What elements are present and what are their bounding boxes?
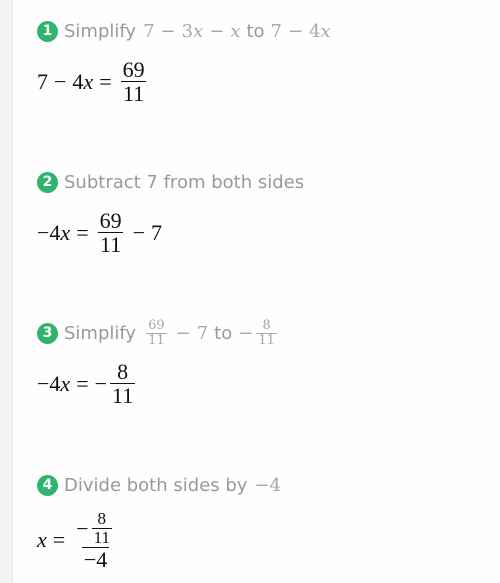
denominator: 11 (98, 232, 124, 258)
denominator: 11 (110, 383, 136, 409)
math-token: 7 (37, 68, 48, 94)
math-token: x (193, 20, 204, 42)
denominator: 11 (146, 332, 167, 348)
math-token: x (320, 20, 331, 42)
step-1: 1 Simplify 7−3x − x to 7−4x 7−4 x = 69 11 (37, 18, 331, 105)
step-equation: 7−4 x = 69 11 (37, 58, 331, 105)
math-token: − (94, 370, 108, 396)
step-action: Subtract 7 from both sides (64, 171, 305, 193)
denominator: 11 (91, 527, 112, 547)
step-4: 4 Divide both sides by −4 x = − 8 11 −4 (37, 472, 281, 571)
equals-sign: = (52, 527, 66, 553)
step-2: 2 Subtract 7 from both sides −4 x = 69 11… (37, 169, 304, 256)
math-token: x (37, 527, 47, 553)
fraction: 8 11 (110, 359, 136, 409)
step-to-expression: − 8 11 (238, 319, 280, 347)
step-equation: −4 x = − 8 11 (37, 360, 280, 407)
numerator: 8 (97, 509, 107, 528)
math-token: − (37, 370, 50, 396)
step-number-badge: 1 (37, 20, 58, 42)
math-token: 4 (72, 68, 84, 94)
numerator: 69 (99, 208, 122, 233)
math-token: 3 (181, 20, 194, 42)
denominator: −4 (81, 546, 110, 572)
step-3: 3 Simplify 69 11 −7 to − 8 11 −4 x = − 8… (37, 319, 280, 407)
fraction: 69 11 (98, 209, 124, 256)
numerator: 69 (122, 57, 145, 82)
numerator: − 8 11 (74, 510, 117, 547)
math-token: x (60, 219, 71, 245)
numerator: 8 (262, 317, 271, 333)
math-token: − (238, 322, 254, 344)
step-equation: x = − 8 11 −4 (37, 510, 281, 571)
numerator: 8 (117, 359, 129, 384)
math-token: 7 (143, 20, 155, 42)
step-from-expression: 7−3x − x (143, 21, 240, 42)
equals-sign: = (99, 68, 112, 94)
step-action: Simplify (64, 322, 137, 344)
step-number-badge: 4 (37, 474, 58, 496)
math-token: x (230, 20, 241, 42)
math-token: 7 (151, 219, 163, 245)
compound-fraction: − 8 11 −4 (74, 510, 117, 571)
left-panel-edge (0, 0, 13, 583)
step-action: Simplify (64, 20, 137, 42)
equals-sign: = (76, 370, 89, 396)
math-token: − (54, 68, 67, 94)
numerator: 69 (148, 317, 165, 333)
step-equation: −4 x = 69 11 −7 (37, 209, 304, 256)
step-action: Divide both sides by (64, 474, 248, 496)
math-token: − (76, 515, 89, 541)
step-header: 2 Subtract 7 from both sides (37, 169, 304, 195)
step-number-badge: 3 (37, 322, 58, 344)
math-token: x (60, 370, 71, 396)
step-action-value: −4 (254, 474, 281, 496)
math-token: − (132, 219, 146, 245)
math-token: 7 (270, 20, 282, 42)
denominator: 11 (121, 81, 147, 107)
math-token: − (288, 20, 304, 42)
math-token: 7 (196, 322, 209, 344)
math-token: − (175, 322, 191, 344)
math-token: − (160, 20, 176, 42)
fraction: 8 11 (91, 509, 112, 547)
step-number-badge: 2 (37, 171, 58, 193)
math-token: x (83, 68, 94, 94)
fraction: 69 11 (146, 319, 167, 347)
fraction: 69 11 (121, 58, 147, 105)
math-token: 4 (49, 370, 61, 396)
step-connector: to (214, 322, 233, 344)
math-token: − (37, 219, 50, 245)
math-token: 4 (309, 20, 321, 42)
equals-sign: = (76, 219, 89, 245)
math-token: − (209, 20, 225, 42)
step-header: 4 Divide both sides by −4 (37, 472, 281, 498)
step-from-expression: 69 11 −7 (143, 319, 208, 347)
denominator: 11 (256, 332, 277, 348)
fraction: 8 11 (256, 319, 277, 347)
step-to-expression: 7−4x (271, 21, 331, 42)
step-header: 3 Simplify 69 11 −7 to − 8 11 (37, 319, 280, 347)
step-connector: to (246, 20, 265, 42)
step-header: 1 Simplify 7−3x − x to 7−4x (37, 18, 331, 44)
math-token: 4 (49, 219, 61, 245)
